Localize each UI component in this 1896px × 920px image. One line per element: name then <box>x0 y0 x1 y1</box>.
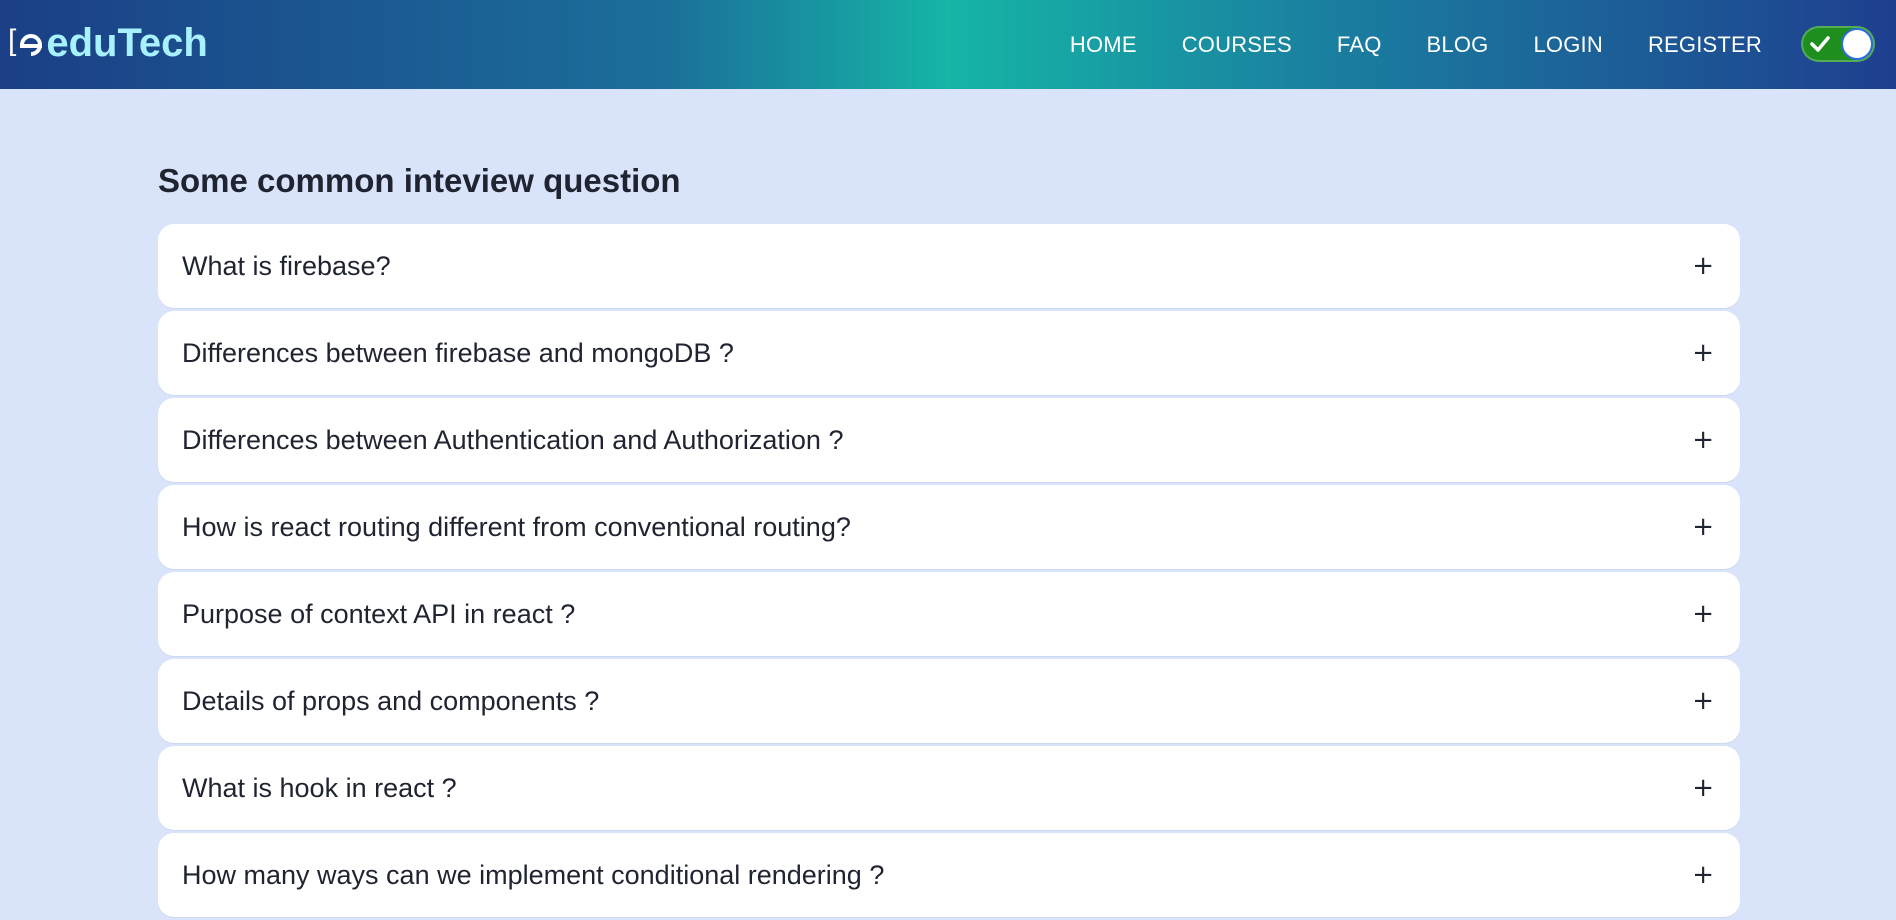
faq-item[interactable]: What is hook in react ? + <box>158 746 1740 830</box>
faq-item[interactable]: What is firebase? + <box>158 224 1740 308</box>
logo-bracket: [ <box>8 24 17 57</box>
nav-blog[interactable]: BLOG <box>1427 32 1489 58</box>
brand-logo[interactable]: [ eduTech <box>8 18 208 68</box>
faq-question: What is hook in react ? <box>182 773 457 803</box>
navbar: [ eduTech HOME COURSES FAQ BLOG LOGIN RE… <box>0 0 1896 89</box>
faq-question: How is react routing different from conv… <box>182 512 851 542</box>
faq-question: How many ways can we implement condition… <box>182 860 885 890</box>
faq-section: Some common inteview question What is fi… <box>158 150 1740 917</box>
expand-plus-icon[interactable]: + <box>1692 398 1714 482</box>
expand-plus-icon[interactable]: + <box>1692 659 1714 743</box>
faq-question: Details of props and components ? <box>182 686 600 716</box>
expand-plus-icon[interactable]: + <box>1692 485 1714 569</box>
expand-plus-icon[interactable]: + <box>1692 311 1714 395</box>
faq-question: Purpose of context API in react ? <box>182 599 576 629</box>
toggle-knob <box>1841 28 1873 60</box>
expand-plus-icon[interactable]: + <box>1692 746 1714 830</box>
expand-plus-icon[interactable]: + <box>1692 224 1714 308</box>
nav-register[interactable]: REGISTER <box>1648 32 1762 58</box>
page-title: Some common inteview question <box>158 162 681 199</box>
expand-plus-icon[interactable]: + <box>1692 572 1714 656</box>
faq-accordion: What is firebase? + Differences between … <box>158 224 1740 920</box>
theme-toggle[interactable] <box>1801 26 1875 62</box>
main-nav: HOME COURSES FAQ BLOG LOGIN REGISTER <box>1025 0 1762 89</box>
nav-home[interactable]: HOME <box>1070 32 1137 58</box>
faq-question: Differences between firebase and mongoDB… <box>182 338 734 368</box>
faq-question: Differences between Authentication and A… <box>182 425 844 455</box>
check-icon <box>1810 36 1830 52</box>
faq-item[interactable]: How is react routing different from conv… <box>158 485 1740 569</box>
faq-item[interactable]: How many ways can we implement condition… <box>158 833 1740 917</box>
expand-plus-icon[interactable]: + <box>1692 833 1714 917</box>
nav-courses[interactable]: COURSES <box>1182 32 1292 58</box>
faq-item[interactable]: Differences between firebase and mongoDB… <box>158 311 1740 395</box>
faq-question: What is firebase? <box>182 251 391 281</box>
faq-item[interactable]: Differences between Authentication and A… <box>158 398 1740 482</box>
faq-item[interactable]: Purpose of context API in react ? + <box>158 572 1740 656</box>
brand-name: eduTech <box>46 20 208 65</box>
logo-mark-icon <box>20 34 43 56</box>
nav-faq[interactable]: FAQ <box>1337 32 1382 58</box>
faq-item[interactable]: Details of props and components ? + <box>158 659 1740 743</box>
nav-login[interactable]: LOGIN <box>1533 32 1602 58</box>
